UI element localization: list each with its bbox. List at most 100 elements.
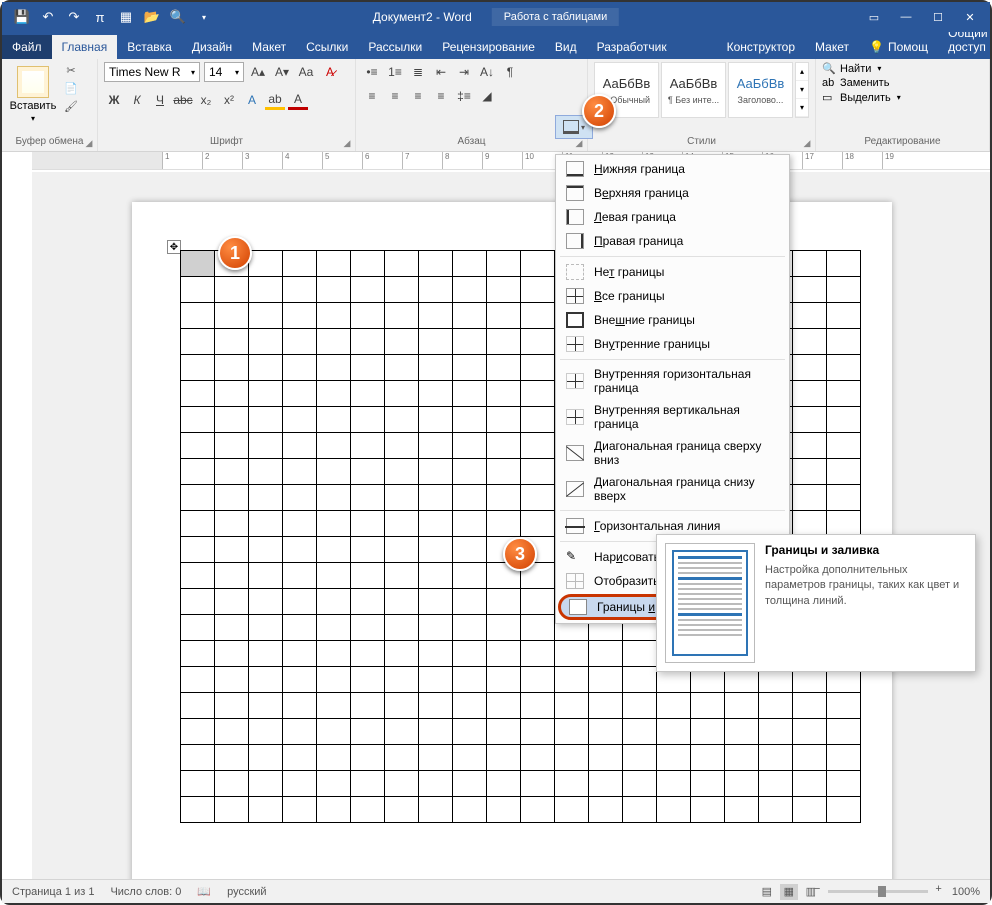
menu-border-right[interactable]: Правая граница	[556, 229, 789, 253]
expand-gallery-icon[interactable]: ▾	[796, 99, 808, 117]
read-mode-icon[interactable]: ▤	[758, 884, 776, 900]
border-diag-up-icon	[566, 481, 584, 497]
tab-home[interactable]: Главная	[52, 35, 118, 59]
subscript-icon[interactable]: x₂	[196, 90, 216, 110]
spell-check-icon[interactable]: 📖	[197, 885, 211, 898]
title-bar: 💾 ↶ ↷ π ▦ 📂 🔍 ▾ Документ2 - Word Работа …	[2, 2, 990, 32]
dialog-launcher-icon[interactable]: ◢	[801, 137, 813, 149]
superscript-icon[interactable]: x²	[219, 90, 239, 110]
page-status[interactable]: Страница 1 из 1	[12, 886, 94, 898]
tab-developer[interactable]: Разработчик	[587, 35, 677, 59]
border-left-icon	[566, 209, 584, 225]
select-button[interactable]: ▭Выделить▾	[822, 91, 983, 104]
ribbon-options-icon[interactable]: ▭	[860, 7, 888, 27]
style-heading[interactable]: АаБбВв Заголово...	[728, 62, 793, 118]
tell-me-field[interactable]: 💡Помощ	[859, 35, 938, 59]
dialog-launcher-icon[interactable]: ◢	[341, 137, 353, 149]
italic-button[interactable]: К	[127, 90, 147, 110]
menu-border-none[interactable]: Нет границы	[556, 260, 789, 284]
grow-font-icon[interactable]: A▴	[248, 62, 268, 82]
close-icon[interactable]: ✕	[956, 7, 984, 27]
table-move-handle-icon[interactable]: ✥	[167, 240, 181, 254]
copy-icon[interactable]: 📄	[62, 80, 80, 96]
justify-icon[interactable]: ≡	[431, 86, 451, 106]
maximize-icon[interactable]: ☐	[924, 7, 952, 27]
tab-mailings[interactable]: Рассылки	[358, 35, 432, 59]
border-none-icon	[566, 264, 584, 280]
tab-view[interactable]: Вид	[545, 35, 587, 59]
bold-button[interactable]: Ж	[104, 90, 124, 110]
style-no-spacing[interactable]: АаБбВв ¶ Без инте...	[661, 62, 726, 118]
align-left-icon[interactable]: ≡	[362, 86, 382, 106]
change-case-icon[interactable]: Aa	[296, 62, 316, 82]
open-icon[interactable]: 📂	[142, 7, 162, 27]
qat-more-icon[interactable]: ▾	[194, 7, 214, 27]
strike-button[interactable]: abc	[173, 90, 193, 110]
save-icon[interactable]: 💾	[12, 7, 32, 27]
text-effects-icon[interactable]: A	[242, 90, 262, 110]
table-icon[interactable]: ▦	[116, 7, 136, 27]
scroll-down-icon[interactable]: ▾	[796, 81, 808, 99]
tab-references[interactable]: Ссылки	[296, 35, 358, 59]
font-color-icon[interactable]: A	[288, 90, 308, 110]
tab-file[interactable]: Файл	[2, 35, 52, 59]
language-status[interactable]: русский	[227, 886, 266, 898]
zoom-level[interactable]: 100%	[952, 886, 980, 898]
equation-icon[interactable]: π	[90, 7, 110, 27]
chevron-down-icon: ▾	[897, 93, 901, 102]
align-center-icon[interactable]: ≡	[385, 86, 405, 106]
tab-table-design[interactable]: Конструктор	[717, 35, 805, 59]
clear-format-icon[interactable]: A̷	[320, 62, 340, 82]
group-styles: АаБбВв ¶ Обычный АаБбВв ¶ Без инте... Аа…	[588, 59, 816, 151]
word-count[interactable]: Число слов: 0	[110, 886, 181, 898]
menu-border-diag-down[interactable]: Диагональная граница сверху вниз	[556, 435, 789, 471]
menu-border-inside[interactable]: Внутренние границы	[556, 332, 789, 356]
bullets-icon[interactable]: •≡	[362, 62, 382, 82]
ribbon: Вставить ▾ ✂ 📄 🖌 Буфер обмена ◢ Times Ne…	[2, 59, 990, 152]
shrink-font-icon[interactable]: A▾	[272, 62, 292, 82]
replace-button[interactable]: abЗаменить	[822, 77, 983, 89]
scroll-up-icon[interactable]: ▴	[796, 63, 808, 81]
find-button[interactable]: 🔍Найти▾	[822, 62, 983, 75]
dialog-launcher-icon[interactable]: ◢	[83, 137, 95, 149]
menu-border-diag-up[interactable]: Диагональная граница снизу вверх	[556, 471, 789, 507]
tab-layout[interactable]: Макет	[242, 35, 296, 59]
numbering-icon[interactable]: 1≡	[385, 62, 405, 82]
menu-border-outside[interactable]: Внешние границы	[556, 308, 789, 332]
menu-border-bottom[interactable]: ННижняя границаижняя граница	[556, 157, 789, 181]
redo-icon[interactable]: ↷	[64, 7, 84, 27]
font-size-combo[interactable]: 14▾	[204, 62, 244, 82]
menu-border-all[interactable]: Все границы	[556, 284, 789, 308]
menu-border-left[interactable]: Левая граница	[556, 205, 789, 229]
show-marks-icon[interactable]: ¶	[500, 62, 520, 82]
horizontal-ruler[interactable]: 12345678910111213141516171819	[32, 152, 990, 170]
tab-insert[interactable]: Вставка	[117, 35, 182, 59]
font-name-combo[interactable]: Times New R ▾	[104, 62, 200, 82]
increase-indent-icon[interactable]: ⇥	[454, 62, 474, 82]
tooltip-title: Границы и заливка	[765, 543, 967, 557]
sort-icon[interactable]: A↓	[477, 62, 497, 82]
shading-icon[interactable]: ◢	[477, 86, 497, 106]
group-clipboard: Вставить ▾ ✂ 📄 🖌 Буфер обмена ◢	[2, 59, 98, 151]
underline-button[interactable]: Ч	[150, 90, 170, 110]
menu-border-inside-h[interactable]: Внутренняя горизонтальная граница	[556, 363, 789, 399]
styles-gallery-scroll[interactable]: ▴ ▾ ▾	[795, 62, 809, 118]
decrease-indent-icon[interactable]: ⇤	[431, 62, 451, 82]
multilevel-icon[interactable]: ≣	[408, 62, 428, 82]
paste-button[interactable]: Вставить ▾	[8, 62, 58, 123]
line-spacing-icon[interactable]: ‡≡	[454, 86, 474, 106]
menu-border-inside-v[interactable]: Внутренняя вертикальная граница	[556, 399, 789, 435]
print-layout-icon[interactable]: ▦	[780, 884, 798, 900]
highlight-icon[interactable]: ab	[265, 90, 285, 110]
align-right-icon[interactable]: ≡	[408, 86, 428, 106]
undo-icon[interactable]: ↶	[38, 7, 58, 27]
tab-table-layout[interactable]: Макет	[805, 35, 859, 59]
menu-border-top[interactable]: Верхняя граница	[556, 181, 789, 205]
format-painter-icon[interactable]: 🖌	[62, 98, 80, 114]
print-preview-icon[interactable]: 🔍	[168, 7, 188, 27]
tab-review[interactable]: Рецензирование	[432, 35, 545, 59]
minimize-icon[interactable]: —	[892, 7, 920, 27]
zoom-slider[interactable]	[828, 890, 928, 893]
cut-icon[interactable]: ✂	[62, 62, 80, 78]
tab-design[interactable]: Дизайн	[182, 35, 242, 59]
